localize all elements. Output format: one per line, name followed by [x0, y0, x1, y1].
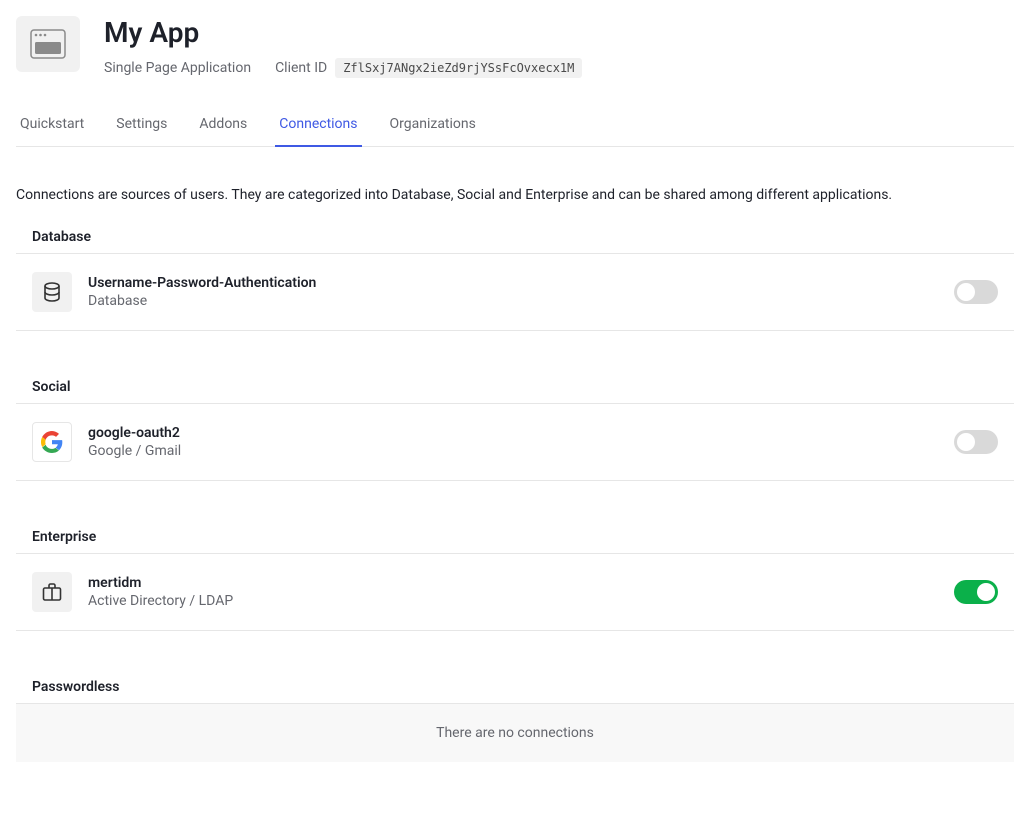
- briefcase-icon: [41, 581, 63, 603]
- connection-row-enterprise: mertidm Active Directory / LDAP: [16, 554, 1014, 631]
- toggle-social-connection[interactable]: [954, 430, 998, 454]
- client-id-label: Client ID: [275, 60, 327, 76]
- connection-name[interactable]: google-oauth2: [88, 425, 938, 441]
- passwordless-empty: There are no connections: [16, 704, 1014, 762]
- section-heading-enterprise: Enterprise: [16, 521, 1014, 554]
- section-heading-database: Database: [16, 221, 1014, 254]
- tab-settings[interactable]: Settings: [116, 108, 167, 146]
- intro-text: Connections are sources of users. They a…: [16, 187, 1014, 203]
- tabs: Quickstart Settings Addons Connections O…: [16, 108, 1014, 147]
- toggle-database-connection[interactable]: [954, 280, 998, 304]
- connection-row-database: Username-Password-Authentication Databas…: [16, 254, 1014, 331]
- google-icon: [32, 422, 72, 462]
- app-icon: [16, 16, 80, 72]
- empty-message: There are no connections: [436, 725, 594, 741]
- tab-addons[interactable]: Addons: [199, 108, 247, 146]
- toggle-enterprise-connection[interactable]: [954, 580, 998, 604]
- google-logo-icon: [41, 431, 63, 453]
- connection-text: mertidm Active Directory / LDAP: [88, 575, 938, 609]
- header-text: My App Single Page Application Client ID…: [104, 16, 582, 78]
- tab-organizations[interactable]: Organizations: [390, 108, 476, 146]
- connection-type: Database: [88, 293, 938, 309]
- enterprise-icon: [32, 572, 72, 612]
- connection-row-social: google-oauth2 Google / Gmail: [16, 404, 1014, 481]
- database-icon: [32, 272, 72, 312]
- window-icon: [30, 29, 66, 59]
- section-heading-passwordless: Passwordless: [16, 671, 1014, 704]
- tab-connections[interactable]: Connections: [279, 108, 357, 146]
- connection-text: google-oauth2 Google / Gmail: [88, 425, 938, 459]
- connection-type: Active Directory / LDAP: [88, 593, 938, 609]
- header-subtitle: Single Page Application Client ID ZflSxj…: [104, 58, 582, 78]
- connection-name[interactable]: mertidm: [88, 575, 938, 591]
- connection-type: Google / Gmail: [88, 443, 938, 459]
- client-id-row: Client ID ZflSxj7ANgx2ieZd9rjYSsFcOvxecx…: [275, 58, 582, 78]
- tab-quickstart[interactable]: Quickstart: [20, 108, 84, 146]
- connection-name[interactable]: Username-Password-Authentication: [88, 275, 938, 291]
- section-heading-social: Social: [16, 371, 1014, 404]
- db-icon: [41, 281, 63, 303]
- connection-text: Username-Password-Authentication Databas…: [88, 275, 938, 309]
- content: Connections are sources of users. They a…: [16, 147, 1014, 762]
- app-type: Single Page Application: [104, 60, 251, 76]
- app-header: My App Single Page Application Client ID…: [16, 16, 1014, 108]
- app-title: My App: [104, 16, 582, 50]
- client-id-value[interactable]: ZflSxj7ANgx2ieZd9rjYSsFcOvxecx1M: [335, 58, 582, 78]
